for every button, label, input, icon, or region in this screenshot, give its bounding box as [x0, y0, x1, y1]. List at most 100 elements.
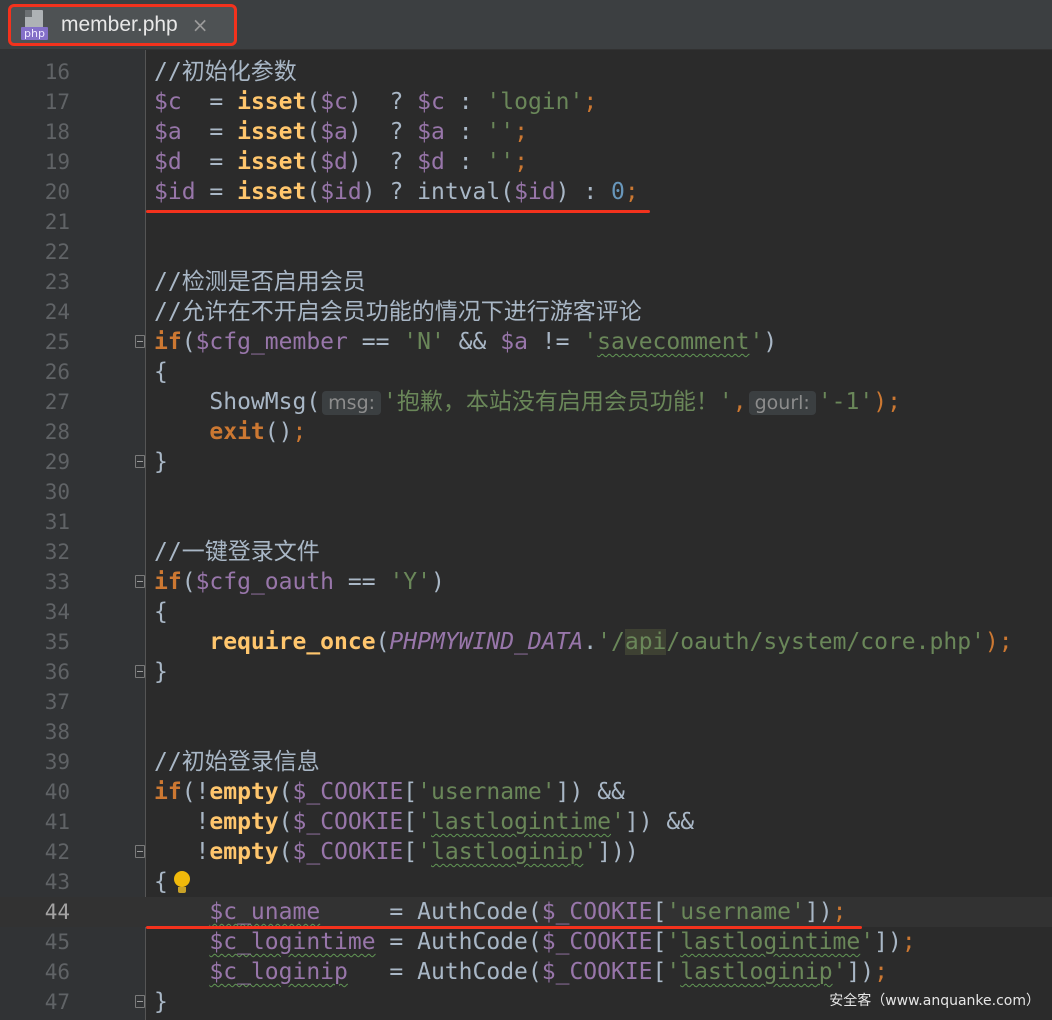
code-editor[interactable]: 16//初始化参数 17 $c = isset($c) ? $c : 'login'…: [0, 57, 1052, 1017]
code-line[interactable]: 36}: [0, 657, 1052, 687]
line-number: 35: [44, 630, 70, 654]
code-token: lastlogintime: [680, 929, 861, 955]
parameter-hint: gourl:: [748, 391, 816, 415]
tab-title: member.php: [61, 13, 178, 36]
code-token: ;: [514, 149, 528, 175]
code-line[interactable]: 46 $c_loginip = AuthCode($_COOKIE['lastl…: [0, 957, 1052, 987]
code-token: 'username': [417, 779, 556, 805]
code-token: /oauth/system/core.php': [666, 629, 985, 655]
code-token: ) ? intval(: [361, 179, 515, 205]
code-token: [: [652, 959, 667, 985]
parameter-hint: msg:: [322, 391, 382, 415]
code-token: //初始化参数: [154, 59, 297, 85]
code-line[interactable]: 40 if(!empty($_COOKIE['username']) &&: [0, 777, 1052, 807]
code-token: );: [873, 389, 901, 415]
code-token: $id: [320, 179, 362, 205]
code-token: (!: [181, 779, 210, 805]
code-token: {: [154, 599, 168, 625]
code-line[interactable]: 34 {: [0, 597, 1052, 627]
line-number: 47: [44, 990, 70, 1014]
code-line[interactable]: 31: [0, 507, 1052, 537]
code-line[interactable]: 44 $c_uname = AuthCode($_COOKIE['usernam…: [0, 897, 1052, 927]
code-token: //初始登录信息: [154, 749, 320, 775]
code-line[interactable]: 25 if($cfg_member == 'N' && $a != 'saveco…: [0, 327, 1052, 357]
code-text: //初始登录信息: [154, 747, 320, 777]
code-line[interactable]: 29}: [0, 447, 1052, 477]
line-number: 28: [44, 420, 70, 444]
code-line[interactable]: 22: [0, 237, 1052, 267]
code-token: $d: [417, 149, 445, 175]
code-token: $_COOKIE: [541, 959, 653, 985]
code-line[interactable]: 30: [0, 477, 1052, 507]
fold-toggle-icon[interactable]: [135, 995, 145, 1008]
code-token: //一键登录文件: [154, 539, 320, 565]
code-token: [: [403, 809, 418, 835]
fold-toggle-icon[interactable]: [135, 335, 145, 348]
code-line[interactable]: 37: [0, 687, 1052, 717]
code-line[interactable]: 16 //初始化参数: [0, 57, 1052, 87]
code-token: $cfg_member: [195, 329, 348, 355]
code-line[interactable]: 35 require_once(PHPMYWIND_DATA.'/api/oau…: [0, 627, 1052, 657]
annotation-underline-line-20: [146, 210, 650, 213]
code-token: [: [403, 779, 418, 805]
tab-member-php[interactable]: php member.php ×: [8, 4, 237, 46]
line-number: 38: [44, 720, 70, 744]
code-token: ==: [334, 569, 390, 595]
line-number: 27: [44, 390, 70, 414]
code-text: $c = isset($c) ? $c : 'login';: [154, 87, 597, 117]
code-token: $a: [417, 119, 445, 145]
code-token: ;: [583, 89, 598, 115]
code-token: ': [749, 329, 764, 355]
code-line[interactable]: 28 exit();: [0, 417, 1052, 447]
code-text: {: [154, 357, 168, 387]
code-token: ': [666, 929, 681, 955]
code-text: }: [154, 657, 168, 687]
code-token: if: [154, 569, 182, 595]
code-line[interactable]: 27 ShowMsg(msg: '抱歉，本站没有启用会员功能！', gourl: '-…: [0, 387, 1052, 417]
code-token: lastloginip: [431, 839, 584, 865]
code-line[interactable]: 24 //允许在不开启会员功能的情况下进行游客评论: [0, 297, 1052, 327]
code-line[interactable]: 33 if($cfg_oauth == 'Y'): [0, 567, 1052, 597]
php-file-icon: php: [21, 10, 51, 40]
code-token: ]): [804, 899, 833, 925]
code-token: $_COOKIE: [541, 929, 653, 955]
lightbulb-icon[interactable]: [172, 870, 192, 895]
code-line[interactable]: 19 $d = isset($d) ? $d : '';: [0, 147, 1052, 177]
code-line[interactable]: 38: [0, 717, 1052, 747]
code-token: (: [306, 149, 321, 175]
code-token: [: [652, 899, 667, 925]
code-text: {: [154, 867, 192, 897]
code-line[interactable]: 17 $c = isset($c) ? $c : 'login';: [0, 87, 1052, 117]
code-token: =: [181, 119, 238, 145]
line-number: 41: [44, 810, 70, 834]
code-line[interactable]: 26 {: [0, 357, 1052, 387]
fold-toggle-icon[interactable]: [135, 665, 145, 678]
fold-toggle-icon[interactable]: [135, 455, 145, 468]
code-token: empty: [209, 779, 279, 805]
code-token: =: [181, 89, 238, 115]
code-line[interactable]: 32 //一键登录文件: [0, 537, 1052, 567]
code-line[interactable]: 18 $a = isset($a) ? $a : '';: [0, 117, 1052, 147]
line-number: 46: [44, 960, 70, 984]
code-line[interactable]: 39 //初始登录信息: [0, 747, 1052, 777]
fold-toggle-icon[interactable]: [135, 845, 145, 858]
code-text: exit();: [154, 417, 306, 447]
code-token: ': [583, 839, 598, 865]
code-line[interactable]: 42 !empty($_COOKIE['lastloginip'])): [0, 837, 1052, 867]
code-token: '抱歉，本站没有启用会员功能！': [383, 389, 733, 415]
code-token: }: [154, 989, 168, 1015]
code-token: exit: [209, 419, 265, 445]
code-token: 'Y': [389, 569, 431, 595]
code-line[interactable]: 43 {: [0, 867, 1052, 897]
fold-toggle-icon[interactable]: [135, 575, 145, 588]
code-line[interactable]: 45 $c_logintime = AuthCode($_COOKIE['las…: [0, 927, 1052, 957]
close-icon[interactable]: ×: [192, 13, 209, 37]
code-line[interactable]: 20 $id = isset($id) ? intval($id) : 0;: [0, 177, 1052, 207]
code-token: (: [181, 329, 196, 355]
code-line[interactable]: 23 //检测是否启用会员: [0, 267, 1052, 297]
code-token: $_COOKIE: [292, 779, 404, 805]
code-text: if(!empty($_COOKIE['username']) &&: [154, 777, 625, 807]
code-token: [: [403, 839, 418, 865]
code-line[interactable]: 41 !empty($_COOKIE['lastlogintime']) &&: [0, 807, 1052, 837]
code-token: [: [652, 929, 667, 955]
